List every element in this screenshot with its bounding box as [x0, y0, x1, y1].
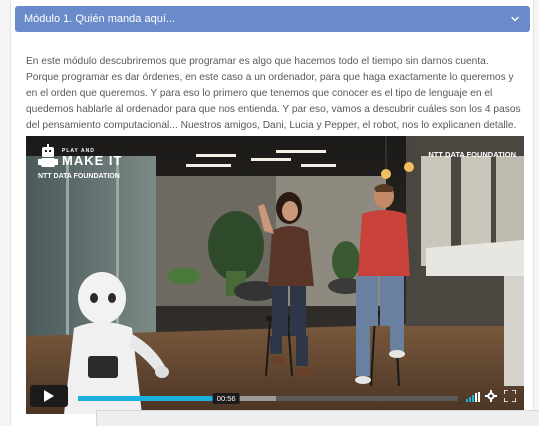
overlay-panel — [96, 410, 539, 426]
settings-gear-icon[interactable] — [485, 390, 497, 402]
page: Módulo 1. Quién manda aquí... En este mó… — [0, 0, 539, 426]
video-watermark: NTT DATA FOUNDATION — [428, 150, 516, 159]
play-button[interactable] — [30, 385, 68, 407]
fullscreen-icon[interactable] — [504, 390, 516, 402]
module-accordion-header[interactable]: Módulo 1. Quién manda aquí... — [15, 6, 530, 32]
video-player[interactable]: PLAY AND MAKE IT NTT DATA FOUNDATION NTT… — [26, 136, 524, 414]
module-title: Módulo 1. Quién manda aquí... — [24, 13, 176, 25]
module-description: En este módulo descubriremos que program… — [26, 56, 521, 131]
module-card: Módulo 1. Quién manda aquí... En este mó… — [10, 0, 534, 426]
chevron-down-icon — [511, 16, 519, 22]
brand-foundation-text: NTT DATA FOUNDATION — [38, 173, 120, 180]
brand-main-text: MAKE IT — [62, 153, 123, 168]
volume-icon[interactable] — [466, 392, 480, 402]
play-icon — [44, 390, 54, 402]
progress-played — [78, 396, 227, 401]
current-time-tooltip: 00:56 — [212, 393, 240, 404]
progress-bar[interactable]: 00:56 — [78, 393, 458, 404]
robot-logo-icon — [38, 144, 58, 167]
